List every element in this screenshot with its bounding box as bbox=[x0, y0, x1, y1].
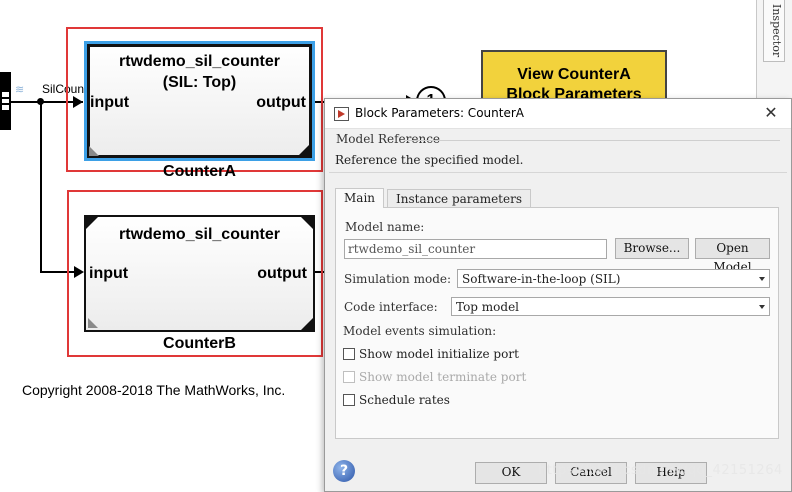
code-interface-select[interactable]: Top model bbox=[451, 297, 770, 316]
tab-instance-parameters[interactable]: Instance parameters bbox=[387, 189, 531, 208]
checkbox-label: Show model initialize port bbox=[359, 347, 519, 361]
counterA-input-label: input bbox=[90, 94, 130, 111]
checkbox-box[interactable] bbox=[343, 394, 355, 406]
group-title: Model Reference bbox=[336, 132, 441, 146]
view-button-line1: View CounterA bbox=[517, 66, 631, 83]
counterB-model-icon bbox=[88, 318, 98, 328]
chevron-down-icon bbox=[759, 277, 765, 281]
browse-button[interactable]: Browse... bbox=[615, 238, 689, 259]
group-divider bbox=[405, 140, 780, 141]
model-events-label: Model events simulation: bbox=[343, 324, 497, 338]
block-parameters-dialog: Block Parameters: CounterA ✕ Model Refer… bbox=[324, 98, 792, 492]
tab-main[interactable]: Main bbox=[335, 188, 385, 208]
close-icon[interactable]: ✕ bbox=[761, 103, 781, 123]
simulation-mode-label: Simulation mode: bbox=[344, 272, 452, 286]
show-terminate-port-checkbox: Show model terminate port bbox=[343, 370, 526, 384]
counterA-model-icon bbox=[89, 146, 99, 156]
group-description: Reference the specified model. bbox=[335, 153, 524, 167]
counterA-output-label: output bbox=[256, 94, 306, 111]
bus-inport-icon bbox=[2, 92, 9, 110]
counterA-corner-icon bbox=[298, 144, 310, 156]
checkbox-box[interactable] bbox=[343, 348, 355, 360]
model-name-label: Model name: bbox=[345, 220, 425, 234]
dialog-titlebar[interactable]: Block Parameters: CounterA ✕ bbox=[325, 99, 791, 129]
checkbox-label: Schedule rates bbox=[359, 393, 450, 407]
counterB-corner-br-icon bbox=[301, 318, 313, 330]
dialog-title: Block Parameters: CounterA bbox=[355, 106, 524, 120]
open-model-button[interactable]: Open Model bbox=[695, 238, 770, 274]
show-initialize-port-checkbox[interactable]: Show model initialize port bbox=[343, 347, 519, 361]
counterB-block[interactable]: rtwdemo_sil_counter input output bbox=[84, 215, 315, 332]
chevron-down-icon bbox=[759, 305, 765, 309]
simulation-mode-select[interactable]: Software-in-the-loop (SIL) bbox=[457, 269, 770, 288]
counterA-block[interactable]: rtwdemo_sil_counter (SIL: Top) input out… bbox=[84, 41, 315, 161]
counterA-name[interactable]: CounterA bbox=[84, 163, 315, 181]
counterB-input-label: input bbox=[89, 265, 129, 282]
signal-junction bbox=[37, 98, 44, 105]
code-interface-label: Code interface: bbox=[344, 300, 438, 314]
ok-button[interactable]: OK bbox=[475, 462, 547, 484]
checkbox-box bbox=[343, 371, 355, 383]
simulink-block-icon bbox=[334, 107, 349, 121]
description-divider bbox=[329, 172, 787, 173]
counterA-title: rtwdemo_sil_counter bbox=[119, 53, 280, 70]
help-icon[interactable]: ? bbox=[333, 460, 355, 482]
model-name-input[interactable]: rtwdemo_sil_counter bbox=[344, 239, 607, 259]
inspector-label: Inspector bbox=[770, 4, 783, 58]
simulation-mode-value: Software-in-the-loop (SIL) bbox=[462, 272, 621, 286]
counterB-name[interactable]: CounterB bbox=[84, 335, 315, 353]
schedule-rates-checkbox[interactable]: Schedule rates bbox=[343, 393, 450, 407]
signal-line-branch[interactable] bbox=[40, 101, 42, 272]
signal-logging-icon: ≋ bbox=[15, 84, 25, 96]
counterB-output-label: output bbox=[257, 265, 307, 282]
counterA-subtitle: (SIL: Top) bbox=[162, 74, 237, 91]
code-interface-value: Top model bbox=[456, 300, 520, 314]
checkbox-label: Show model terminate port bbox=[359, 370, 527, 384]
copyright-text: Copyright 2008-2018 The MathWorks, Inc. bbox=[22, 382, 286, 398]
counterB-title: rtwdemo_sil_counter bbox=[119, 226, 280, 243]
watermark-text: https://blog.csdn.net/qq_42151264 bbox=[538, 463, 783, 478]
